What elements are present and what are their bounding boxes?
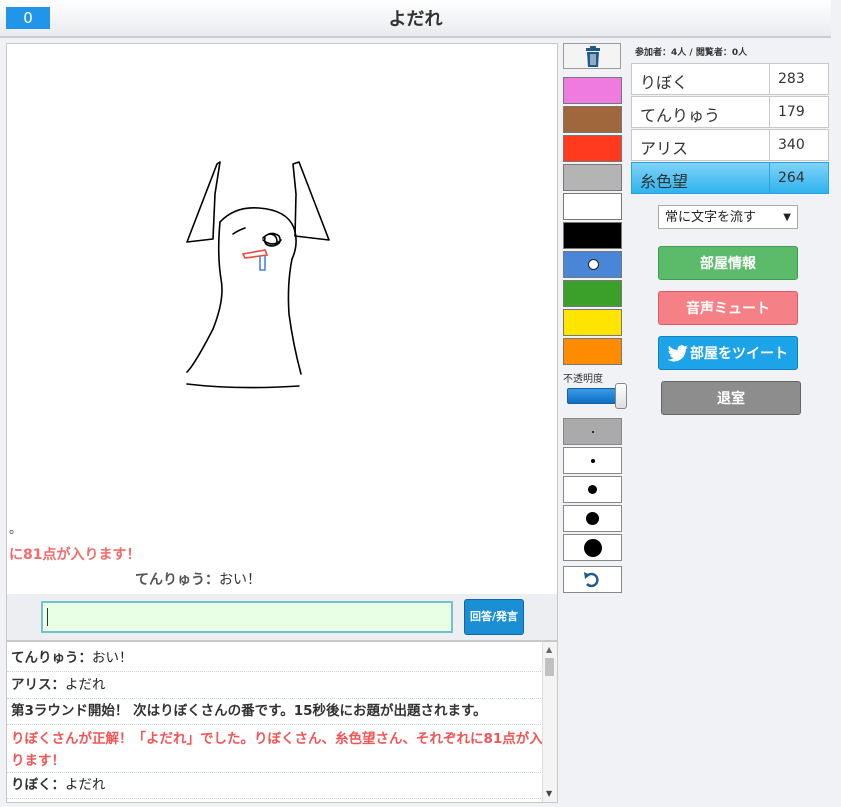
- undo-button[interactable]: [563, 566, 622, 593]
- chevron-down-icon: ▼: [783, 212, 791, 223]
- log-text: よだれ: [65, 677, 106, 693]
- pen-size-dot-icon: [586, 512, 599, 525]
- pen-size-dot-icon: [591, 430, 594, 433]
- color-swatch[interactable]: [563, 135, 622, 162]
- player-row: アリス 340: [631, 129, 829, 161]
- send-answer-button[interactable]: 回答/発言: [464, 599, 524, 635]
- player-name: りぼく: [640, 73, 689, 92]
- drawing-brow: [232, 227, 246, 235]
- player-name: てんりゅう: [640, 106, 721, 125]
- log-item: てんりゅう：おい！: [7, 646, 549, 672]
- color-swatch[interactable]: [563, 77, 622, 104]
- text-flow-select[interactable]: 常に文字を流す ▼: [658, 205, 798, 229]
- log-speaker: てんりゅう：: [11, 650, 92, 666]
- tweet-room-button[interactable]: 部屋をツイート: [658, 336, 798, 370]
- player-score: 340: [769, 130, 829, 160]
- text-caret: [47, 608, 48, 626]
- leave-room-button[interactable]: 退室: [661, 381, 801, 415]
- pen-size-button[interactable]: [563, 418, 622, 445]
- player-name: 糸色望: [640, 172, 689, 191]
- chat-speaker: てんりゅう：: [135, 572, 219, 588]
- drawing-left-ear: [186, 161, 221, 243]
- drawing-right-ear: [292, 161, 330, 241]
- color-swatch[interactable]: [563, 193, 622, 220]
- mute-button[interactable]: 音声ミュート: [658, 291, 798, 325]
- log-speaker: アリス：: [11, 677, 65, 693]
- color-swatch-selected[interactable]: [563, 251, 622, 278]
- color-swatch[interactable]: [563, 164, 622, 191]
- drawing-bottom: [186, 383, 300, 389]
- chat-log: てんりゅう：おい！ アリス：よだれ 第3ラウンド開始！ 次はりぼくさんの番です。…: [6, 641, 558, 803]
- opacity-slider[interactable]: [567, 383, 627, 409]
- player-row: てんりゅう 179: [631, 96, 829, 128]
- color-swatch[interactable]: [563, 309, 622, 336]
- color-swatch[interactable]: [563, 280, 622, 307]
- color-swatch[interactable]: [563, 338, 622, 365]
- answer-input[interactable]: [41, 601, 453, 633]
- drawing: [186, 161, 330, 389]
- tweet-room-label: 部屋をツイート: [690, 346, 788, 362]
- log-text: よだれ: [65, 777, 106, 793]
- pen-size-dot-icon: [588, 485, 597, 494]
- header-bar: 0 よだれ: [0, 0, 831, 38]
- pen-size-button[interactable]: [563, 447, 622, 474]
- log-speaker: りぼく：: [11, 777, 65, 793]
- answer-bar: 回答/発言: [6, 594, 558, 641]
- opacity-slider-track[interactable]: [567, 388, 621, 404]
- log-scrollbar[interactable]: ▲ ▼: [542, 642, 557, 802]
- drawing-mouth: [241, 249, 269, 259]
- canvas-message-score: に81点が入ります！: [9, 547, 141, 563]
- drawing-eye: [262, 232, 282, 247]
- canvas-message-chat: てんりゅう：おい！: [135, 569, 261, 589]
- player-score: 264: [769, 163, 829, 193]
- participant-count: 参加者：4人 / 閲覧者：0人: [635, 48, 748, 58]
- selected-color-marker-icon: [588, 259, 599, 270]
- pen-size-dot-icon: [583, 538, 602, 557]
- scroll-down-icon[interactable]: ▼: [546, 789, 552, 798]
- log-item: アリス：よだれ: [7, 673, 549, 699]
- scroll-thumb[interactable]: [545, 658, 554, 676]
- drawing-body-right: [287, 258, 302, 375]
- log-system-message: 第3ラウンド開始！ 次はりぼくさんの番です。15秒後にお題が出題されます。: [7, 699, 549, 725]
- clear-canvas-button[interactable]: [563, 43, 621, 69]
- log-correct-message: りぼくさんが正解！「よだれ」でした。りぼくさん、糸色望さん、それぞれに81点が入…: [7, 725, 549, 773]
- pen-size-dot-icon: [590, 458, 595, 463]
- player-name: アリス: [640, 139, 689, 158]
- pen-size-button[interactable]: [563, 505, 622, 532]
- log-item: りぼく：よだれ: [7, 773, 549, 799]
- page-title: よだれ: [388, 9, 443, 30]
- drawing-drool: [259, 256, 266, 271]
- player-score: 283: [769, 64, 829, 94]
- drawing-canvas[interactable]: 。 に81点が入ります！ てんりゅう：おい！: [6, 43, 558, 595]
- drawing-body-left: [186, 221, 223, 373]
- chat-text: おい！: [219, 572, 261, 588]
- pen-size-button[interactable]: [563, 476, 622, 503]
- player-score: 179: [769, 97, 829, 127]
- pen-size-button[interactable]: [563, 534, 622, 561]
- text-flow-select-value: 常に文字を流す: [665, 210, 757, 225]
- trash-icon: [586, 46, 600, 67]
- player-row-active: 糸色望 264: [631, 162, 829, 194]
- scroll-up-icon[interactable]: ▲: [546, 645, 552, 654]
- twitter-bird-icon: [667, 345, 688, 362]
- color-swatch[interactable]: [563, 222, 622, 249]
- opacity-slider-knob[interactable]: [615, 383, 627, 409]
- player-row: りぼく 283: [631, 63, 829, 95]
- log-text: おい！: [92, 650, 133, 666]
- room-info-button[interactable]: 部屋情報: [658, 246, 798, 280]
- color-swatch[interactable]: [563, 106, 622, 133]
- undo-icon: [584, 572, 599, 588]
- canvas-message-fragment: 。: [9, 522, 23, 537]
